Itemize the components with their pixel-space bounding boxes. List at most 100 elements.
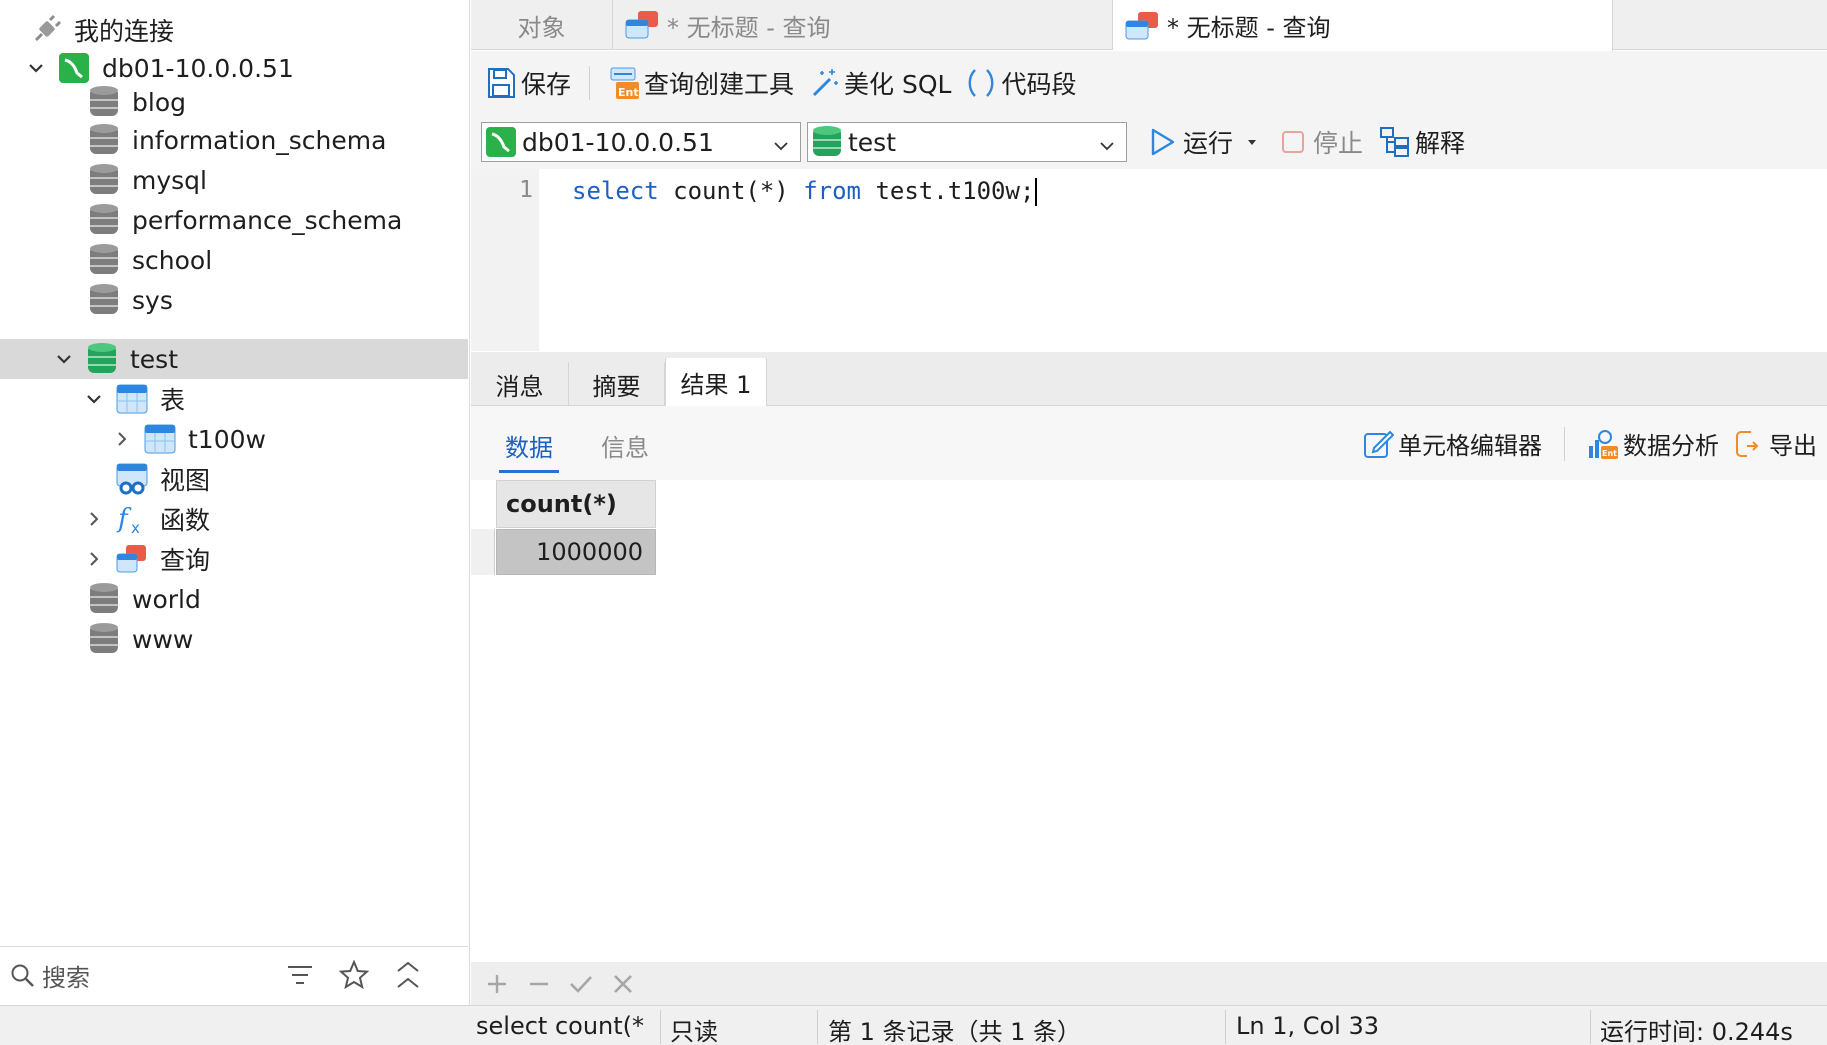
sidebar-search-bar[interactable]: 搜索 (0, 946, 468, 1004)
data-analysis-label: 数据分析 (1623, 432, 1719, 460)
tab-objects[interactable]: 对象 (471, 0, 613, 50)
code-snippet-label: 代码段 (1001, 70, 1077, 99)
tab-label: 消息 (495, 372, 544, 401)
snippet-icon (965, 66, 997, 100)
database-select-value: test (848, 127, 897, 157)
star-icon[interactable] (338, 959, 370, 991)
chevron-right-icon[interactable] (110, 427, 134, 451)
tab-label: 对象 (517, 13, 566, 42)
main-panel: 对象 * 无标题 - 查询 * 无标题 - 查询 保存 Ent 查询创建工具 美… (471, 0, 1827, 1005)
database-icon (88, 203, 120, 237)
stop-button[interactable]: 停止 (1273, 120, 1367, 164)
run-dropdown-icon[interactable] (1245, 135, 1259, 149)
explain-label: 解释 (1415, 129, 1466, 158)
query-builder-button[interactable]: Ent 查询创建工具 (604, 61, 798, 105)
database-label: mysql (132, 165, 207, 195)
database-active-icon (86, 342, 118, 376)
delete-row-icon[interactable] (523, 968, 555, 1000)
play-icon (1147, 125, 1179, 159)
database-label: test (130, 344, 179, 374)
status-records: 第 1 条记录（共 1 条） (828, 1018, 1082, 1045)
plug-icon (30, 13, 62, 47)
discard-changes-icon[interactable] (607, 968, 639, 1000)
run-label: 运行 (1183, 129, 1234, 158)
save-label: 保存 (521, 70, 572, 99)
tab-query-2[interactable]: * 无标题 - 查询 (1113, 0, 1613, 51)
tab-label: * 无标题 - 查询 (667, 13, 831, 42)
status-mode: 只读 (670, 1018, 718, 1045)
export-button[interactable]: 导出 (1733, 426, 1817, 461)
function-icon: fx (116, 502, 148, 536)
query-toolbar: 保存 Ent 查询创建工具 美化 SQL 代码段 (471, 51, 1827, 115)
edit-pencil-icon (1362, 428, 1394, 460)
chevron-right-icon[interactable] (82, 507, 106, 531)
database-label: www (132, 624, 194, 654)
database-icon (88, 622, 120, 656)
export-icon (1733, 428, 1765, 460)
toolbar-divider (589, 66, 591, 100)
filter-icon[interactable] (284, 959, 316, 991)
column-header-count[interactable]: count(*) (496, 480, 656, 528)
database-active-icon (812, 126, 842, 158)
database-test[interactable]: test (0, 339, 468, 379)
status-bar: select count(* 只读 第 1 条记录（共 1 条） Ln 1, C… (0, 1005, 1827, 1045)
query-icon (1125, 11, 1159, 41)
sql-code-line[interactable]: select count(*) from test.t100w; (572, 177, 1038, 206)
explain-button[interactable]: 解释 (1375, 120, 1469, 164)
magic-wand-icon (808, 66, 840, 100)
row-selector[interactable] (471, 529, 495, 575)
status-divider (660, 1010, 661, 1044)
table-label: t100w (188, 424, 266, 454)
mysql-connection-icon (58, 51, 90, 85)
grid-cell-count[interactable]: 1000000 (496, 529, 656, 575)
subtab-data[interactable]: 数据 (499, 428, 559, 473)
mysql-connection-icon (486, 126, 516, 158)
database-icon (88, 283, 120, 317)
run-button[interactable]: 运行 (1143, 120, 1263, 164)
database-icon (88, 85, 120, 119)
connection-select[interactable]: db01-10.0.0.51 (481, 122, 801, 162)
database-label: information_schema (132, 125, 387, 155)
tab-query-1[interactable]: * 无标题 - 查询 (613, 0, 1113, 50)
tab-summary[interactable]: 摘要 (569, 362, 665, 406)
sql-editor[interactable]: 1 select count(*) from test.t100w; (471, 169, 1827, 351)
query-builder-label: 查询创建工具 (644, 70, 795, 99)
table-icon (116, 382, 148, 416)
stop-icon (1277, 125, 1309, 159)
chevron-down-icon[interactable] (82, 387, 106, 411)
beautify-sql-button[interactable]: 美化 SQL (804, 61, 955, 105)
database-label: sys (132, 285, 173, 315)
tab-result-1[interactable]: 结果 1 (665, 358, 767, 407)
views-label: 视图 (160, 466, 211, 495)
database-icon (88, 582, 120, 616)
svg-text:Ent: Ent (618, 86, 639, 99)
database-select[interactable]: test (807, 122, 1127, 162)
search-icon (10, 963, 36, 989)
sql-text: test.t100w; (861, 177, 1035, 205)
toolbar-divider (1564, 426, 1565, 461)
svg-text:f: f (116, 504, 132, 534)
queries-label: 查询 (160, 546, 211, 575)
beautify-sql-label: 美化 SQL (844, 70, 952, 99)
status-divider (1590, 1010, 1591, 1044)
data-analysis-button[interactable]: Ent 数据分析 (1587, 426, 1719, 461)
add-row-icon[interactable] (481, 968, 513, 1000)
subtab-info[interactable]: 信息 (601, 428, 649, 463)
cell-editor-button[interactable]: 单元格编辑器 (1362, 426, 1542, 461)
apply-changes-icon[interactable] (565, 968, 597, 1000)
chevron-down-icon[interactable] (24, 56, 48, 80)
status-cursor-position: Ln 1, Col 33 (1236, 1012, 1380, 1040)
chevron-right-icon[interactable] (82, 547, 106, 571)
tab-messages[interactable]: 消息 (471, 362, 569, 406)
line-number-gutter: 1 (471, 169, 539, 351)
database-label: world (132, 584, 201, 614)
code-snippet-button[interactable]: 代码段 (961, 61, 1080, 105)
save-button[interactable]: 保存 (481, 61, 575, 105)
collapse-all-icon[interactable] (392, 959, 424, 991)
chevron-down-icon[interactable] (52, 347, 76, 371)
my-connections-header[interactable]: 我的连接 (30, 10, 498, 50)
database-label: school (132, 245, 213, 275)
query-builder-icon: Ent (608, 66, 640, 100)
functions-label: 函数 (160, 506, 211, 535)
search-input[interactable]: 搜索 (42, 958, 90, 993)
